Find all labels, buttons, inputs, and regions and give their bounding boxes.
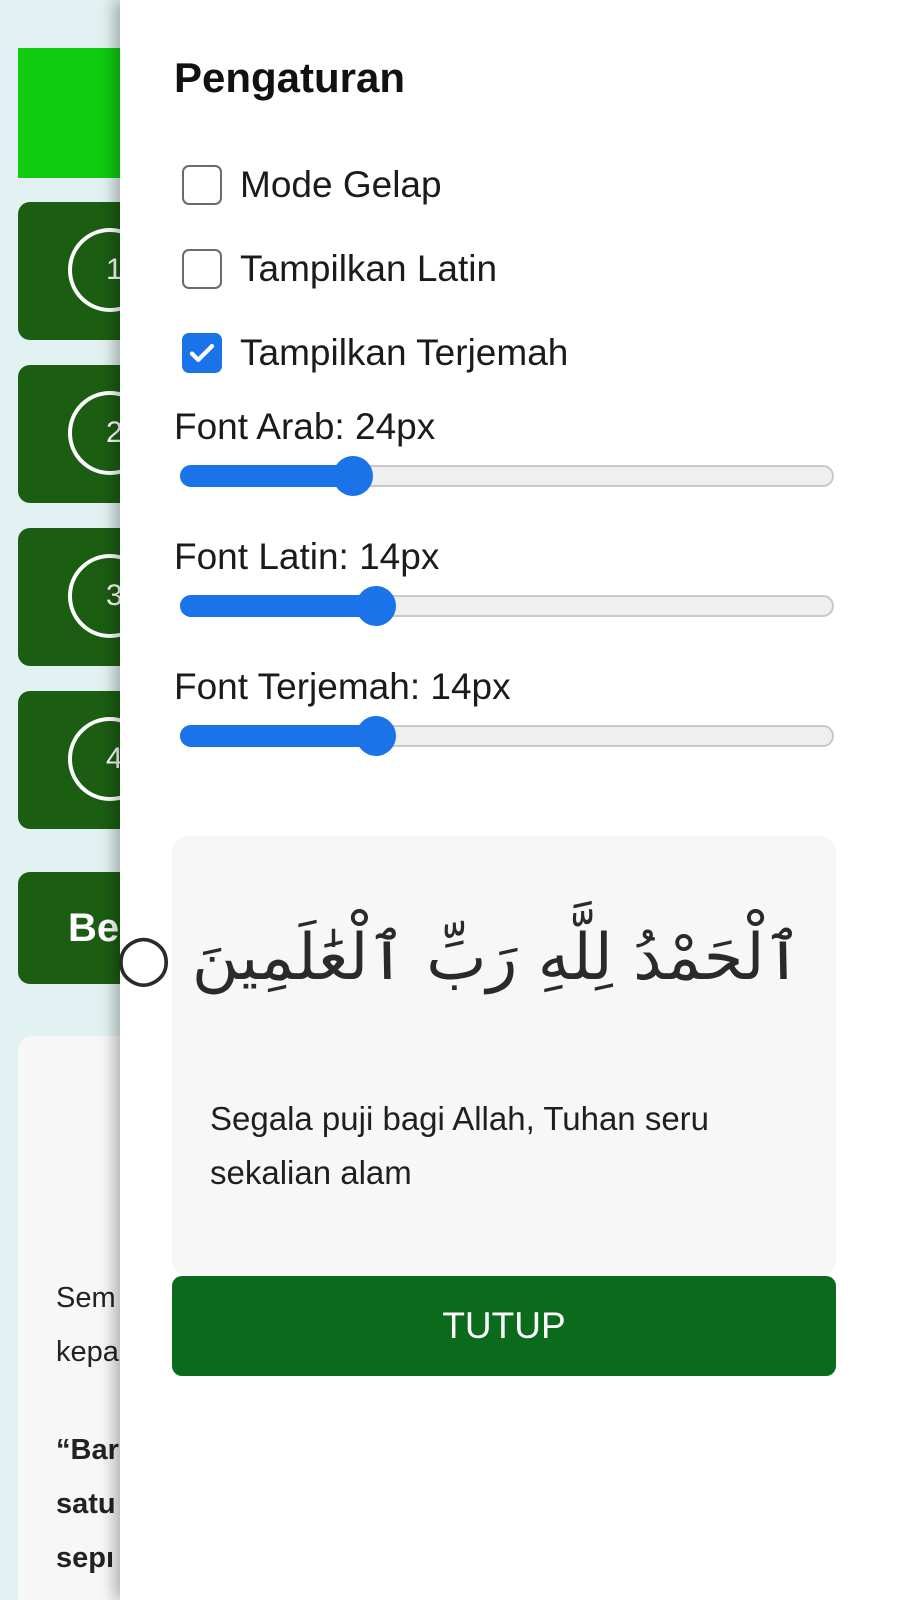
translation-preview-text: Segala puji bagi Allah, Tuhan seru sekal…: [210, 1100, 710, 1191]
content-text: sepı: [56, 1542, 115, 1574]
settings-drawer: Pengaturan Mode Gelap Tampilkan Latin Ta…: [116, 0, 900, 1600]
font-arab-slider[interactable]: [180, 456, 834, 496]
slider-fill: [180, 595, 377, 617]
show-latin-checkbox[interactable]: [182, 249, 222, 289]
content-text: “Bar: [56, 1434, 119, 1466]
font-translation-label: Font Terjemah: 14px: [174, 666, 511, 707]
show-translation-checkbox[interactable]: [182, 333, 222, 373]
arabic-preview-text: ٱلْحَمْدُ لِلَّهِ رَبِّ ٱلْعَٰلَمِينَ ○: [115, 921, 802, 995]
check-icon: [189, 344, 215, 362]
content-text: Sem: [56, 1282, 116, 1314]
slider-thumb[interactable]: [356, 716, 397, 756]
option-show-latin[interactable]: Tampilkan Latin: [182, 244, 497, 294]
drawer-title: Pengaturan: [174, 54, 406, 101]
preview-card: ٱلْحَمْدُ لِلَّهِ رَبِّ ٱلْعَٰلَمِينَ ○ …: [116, 836, 836, 1276]
content-text: satu: [56, 1488, 116, 1520]
option-label: Tampilkan Latin: [240, 248, 498, 289]
option-show-translation[interactable]: Tampilkan Terjemah: [182, 328, 568, 378]
content-text: kepa: [56, 1336, 119, 1368]
close-button[interactable]: TUTUP: [172, 1276, 836, 1376]
dark-mode-checkbox[interactable]: [182, 165, 222, 205]
slider-thumb[interactable]: [333, 456, 374, 496]
section-card-text: Be: [68, 906, 120, 950]
font-latin-slider[interactable]: [180, 586, 834, 626]
slider-thumb[interactable]: [356, 586, 397, 626]
option-label: Mode Gelap: [240, 164, 442, 205]
option-dark-mode[interactable]: Mode Gelap: [182, 160, 442, 210]
font-translation-slider[interactable]: [180, 716, 834, 756]
font-latin-label: Font Latin: 14px: [174, 536, 440, 577]
option-label: Tampilkan Terjemah: [240, 332, 569, 373]
slider-fill: [180, 725, 377, 747]
slider-fill: [180, 465, 354, 487]
font-arab-label: Font Arab: 24px: [174, 406, 436, 447]
